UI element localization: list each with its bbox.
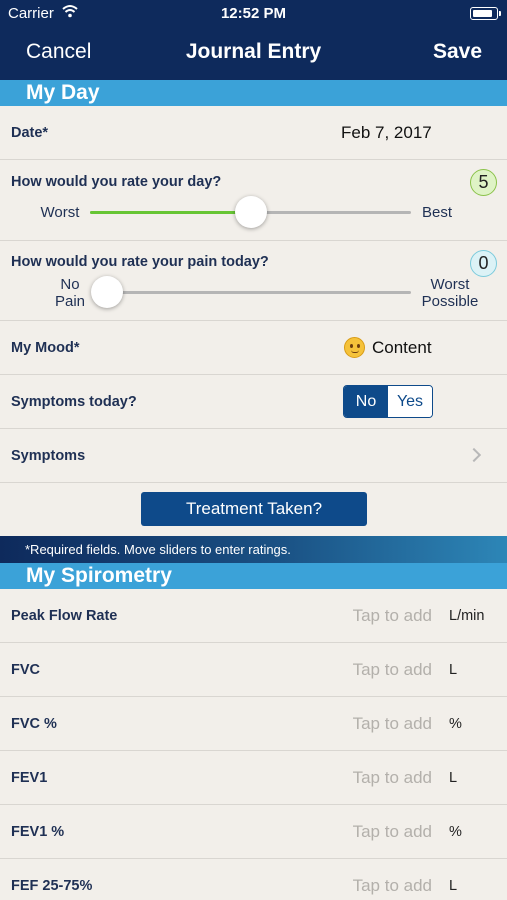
spirometry-input[interactable]: Tap to add — [353, 714, 432, 734]
chevron-right-icon — [466, 447, 482, 463]
required-fields-note: *Required fields. Move sliders to enter … — [0, 536, 507, 563]
status-bar: Carrier 12:52 PM — [0, 0, 507, 28]
spirometry-row-peak-flow-rate[interactable]: Peak Flow Rate Tap to add L/min — [0, 589, 507, 643]
day-rating-label: How would you rate your day? — [11, 174, 222, 190]
spirometry-unit: L — [449, 770, 458, 786]
spirometry-row-fvc-percent[interactable]: FVC % Tap to add % — [0, 697, 507, 751]
spirometry-unit: L/min — [449, 608, 485, 624]
spirometry-input[interactable]: Tap to add — [353, 876, 432, 896]
spirometry-label: FEV1 — [11, 770, 48, 786]
day-rating-max-label: Best — [421, 204, 452, 221]
spirometry-unit: % — [449, 716, 462, 732]
spirometry-label: FEF 25-75% — [11, 878, 93, 894]
symptoms-yes-option[interactable]: Yes — [388, 386, 432, 417]
spirometry-row-fev1-percent[interactable]: FEV1 % Tap to add % — [0, 805, 507, 859]
section-header-my-day: My Day — [0, 80, 507, 106]
spirometry-label: FVC — [11, 662, 40, 678]
section-header-my-spirometry: My Spirometry — [0, 563, 507, 589]
pain-rating-value-badge: 0 — [470, 250, 497, 277]
treatment-taken-button[interactable]: Treatment Taken? — [141, 492, 367, 526]
pain-rating-slider-thumb[interactable] — [91, 276, 123, 308]
symptoms-today-toggle[interactable]: No Yes — [343, 385, 433, 418]
spirometry-label: FVC % — [11, 716, 57, 732]
spirometry-input[interactable]: Tap to add — [353, 768, 432, 788]
day-rating-slider-fill — [90, 211, 251, 214]
mood-label: My Mood* — [11, 340, 80, 356]
spirometry-row-fev1[interactable]: FEV1 Tap to add L — [0, 751, 507, 805]
cancel-button[interactable]: Cancel — [26, 40, 91, 64]
status-time: 12:52 PM — [220, 5, 287, 22]
day-rating-row: How would you rate your day? 5 Worst Bes… — [0, 160, 507, 241]
save-button[interactable]: Save — [433, 40, 482, 64]
mood-row[interactable]: My Mood* Content — [0, 321, 507, 375]
battery-icon — [470, 7, 501, 20]
symptoms-label: Symptoms — [11, 448, 86, 464]
symptoms-no-option[interactable]: No — [344, 386, 388, 417]
navigation-bar: Cancel Journal Entry Save — [0, 28, 507, 80]
spirometry-unit: % — [449, 824, 462, 840]
date-label: Date* — [11, 125, 49, 141]
day-rating-slider-thumb[interactable] — [234, 196, 267, 228]
day-rating-min-label: Worst — [40, 204, 80, 221]
spirometry-unit: L — [449, 662, 458, 678]
date-row[interactable]: Date* Feb 7, 2017 — [0, 106, 507, 160]
spirometry-input[interactable]: Tap to add — [353, 660, 432, 680]
symptoms-today-row: Symptoms today? No Yes — [0, 375, 507, 429]
date-value[interactable]: Feb 7, 2017 — [341, 123, 432, 143]
pain-rating-max-label: Worst Possible — [421, 276, 479, 310]
pain-rating-min-label: No Pain — [54, 276, 86, 310]
spirometry-row-fef-25-75[interactable]: FEF 25-75% Tap to add L — [0, 859, 507, 900]
spirometry-row-fvc[interactable]: FVC Tap to add L — [0, 643, 507, 697]
spirometry-unit: L — [449, 878, 458, 894]
spirometry-input[interactable]: Tap to add — [353, 606, 432, 626]
symptoms-today-label: Symptoms today? — [11, 394, 137, 410]
spirometry-label: Peak Flow Rate — [11, 608, 118, 624]
pain-rating-slider[interactable] — [96, 291, 411, 294]
spirometry-label: FEV1 % — [11, 824, 65, 840]
mood-value[interactable]: Content — [372, 338, 432, 358]
symptoms-row[interactable]: Symptoms — [0, 429, 507, 483]
pain-rating-label: How would you rate your pain today? — [11, 254, 269, 270]
day-rating-value-badge: 5 — [470, 169, 497, 196]
pain-rating-row: How would you rate your pain today? 0 No… — [0, 241, 507, 321]
smiley-face-icon — [344, 337, 365, 358]
spirometry-input[interactable]: Tap to add — [353, 822, 432, 842]
